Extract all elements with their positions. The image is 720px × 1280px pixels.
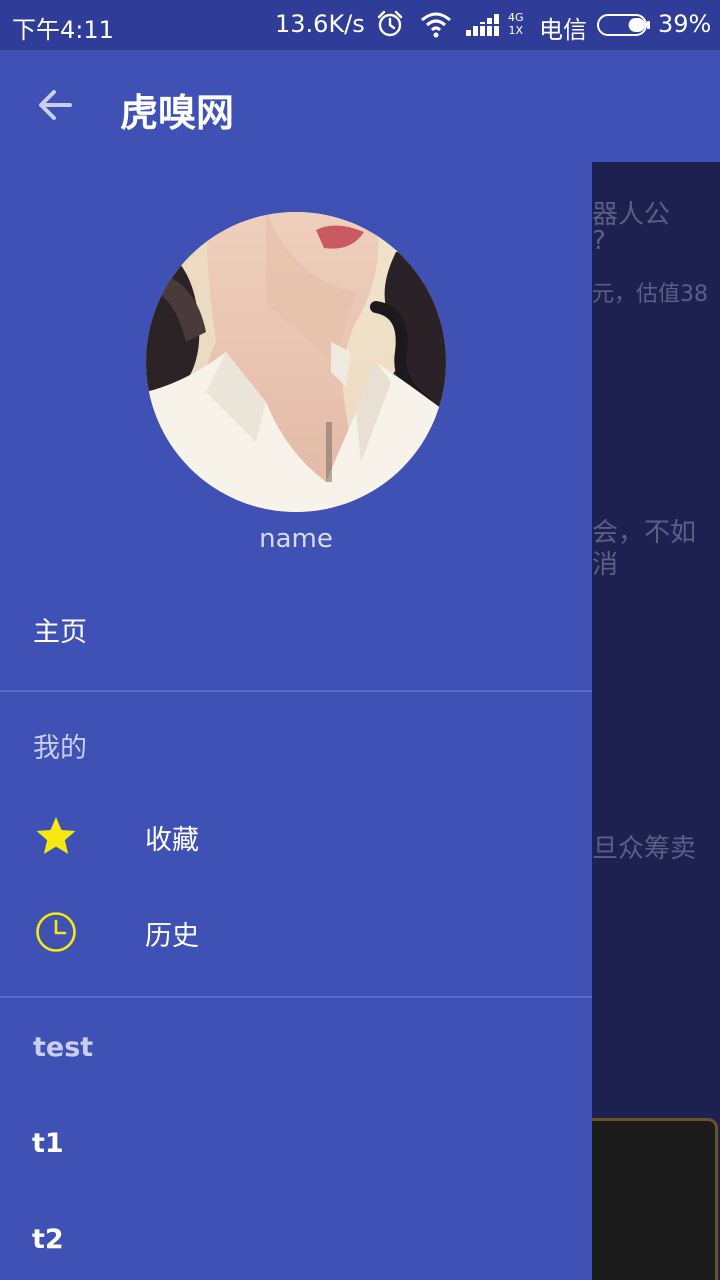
status-carrier: 电信 xyxy=(539,16,587,44)
background-news-list: 器人公 ? 元，估值38 会，不如 消 旦众筹卖 xyxy=(592,162,720,1280)
menu-item-t1[interactable]: t1 xyxy=(0,1098,592,1194)
status-net-speed: 13.6K/s xyxy=(275,10,365,38)
star-icon xyxy=(34,814,78,858)
section-header-mine: 我的 xyxy=(33,733,87,764)
news-title: ? xyxy=(592,226,606,256)
signal-icon xyxy=(466,14,506,36)
status-time: 下午4:11 xyxy=(12,16,114,44)
user-name[interactable]: name xyxy=(0,524,592,554)
network-type: 4G 1X xyxy=(508,11,524,37)
alarm-icon xyxy=(376,10,404,38)
news-summary: 元，估值38 xyxy=(592,282,708,307)
clock-icon xyxy=(34,910,78,954)
menu-item-home[interactable]: 主页 xyxy=(0,580,592,676)
menu-item-label: 收藏 xyxy=(145,825,199,856)
network-type-bottom: 1X xyxy=(508,24,524,37)
network-type-top: 4G xyxy=(508,11,524,24)
app-bar: 虎嗅网 xyxy=(0,50,720,162)
menu-item-favorites[interactable]: 收藏 xyxy=(0,788,592,884)
battery-icon xyxy=(597,14,651,36)
menu-item-label: t2 xyxy=(32,1224,64,1255)
section-header-test: test xyxy=(33,1032,94,1063)
news-card-image xyxy=(592,1118,718,1280)
menu-item-t2[interactable]: t2 xyxy=(0,1194,592,1280)
app-title: 虎嗅网 xyxy=(120,91,235,135)
avatar[interactable] xyxy=(146,212,446,512)
navigation-drawer: name 主页 我的 收藏 历史 test t1 t2 xyxy=(0,162,592,1280)
status-battery-percent: 39% xyxy=(658,10,712,38)
menu-item-label: 历史 xyxy=(145,921,199,952)
menu-item-label: 主页 xyxy=(33,617,87,648)
divider xyxy=(0,996,592,998)
menu-item-history[interactable]: 历史 xyxy=(0,884,592,980)
news-title: 旦众筹卖 xyxy=(592,834,697,864)
news-title: 消 xyxy=(592,550,619,580)
wifi-icon xyxy=(420,12,452,38)
divider xyxy=(0,690,592,692)
menu-item-label: t1 xyxy=(32,1128,64,1159)
status-bar: 下午4:11 13.6K/s 4G 1X 电信 39% xyxy=(0,0,720,50)
arrow-back-icon[interactable] xyxy=(26,76,84,134)
